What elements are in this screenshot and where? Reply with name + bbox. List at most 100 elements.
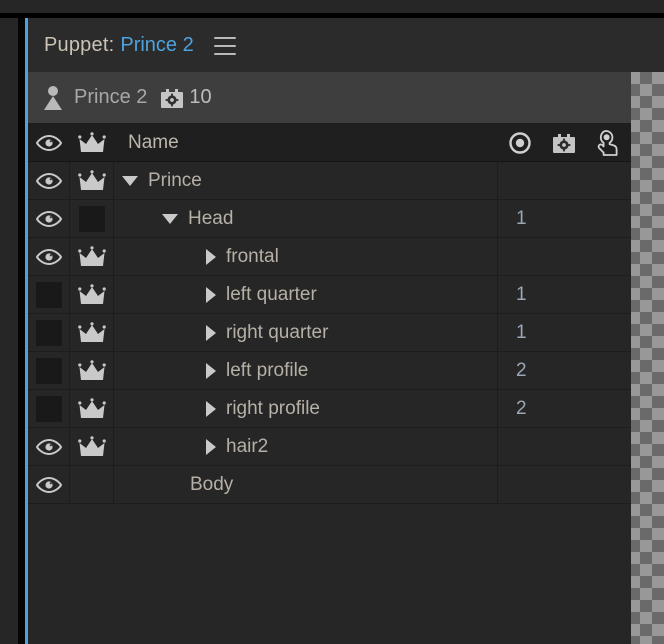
row-name-label: hair2 [226, 435, 269, 457]
row-crown-toggle[interactable] [70, 162, 114, 199]
disclosure-triangle-right-icon[interactable] [206, 324, 216, 341]
row-name-cell[interactable]: frontal [114, 238, 498, 275]
column-header-origin[interactable] [498, 131, 542, 155]
row-visibility-toggle[interactable] [28, 352, 70, 389]
crown-empty [79, 472, 105, 498]
panel-title-label: Puppet: [44, 33, 115, 56]
row-name-cell[interactable]: Body [114, 466, 498, 503]
row-value-cell[interactable] [498, 238, 631, 275]
puppet-tree-table: Name Prince Head 1 frontal left quarter … [28, 124, 631, 644]
target-origin-icon [508, 131, 532, 155]
table-row[interactable]: Head 1 [28, 200, 631, 238]
crown-icon [77, 169, 106, 192]
table-row[interactable]: frontal [28, 238, 631, 276]
row-value-cell[interactable]: 2 [498, 390, 631, 427]
row-value-cell[interactable]: 1 [498, 276, 631, 313]
panel-title: Puppet: Prince 2 [28, 34, 194, 57]
visibility-off-square [35, 357, 62, 384]
row-visibility-toggle[interactable] [28, 466, 70, 503]
row-crown-toggle[interactable] [70, 276, 114, 313]
eye-icon [35, 172, 62, 190]
row-value-label: 2 [516, 359, 527, 381]
row-name-cell[interactable]: right quarter [114, 314, 498, 351]
disclosure-triangle-right-icon[interactable] [206, 362, 216, 379]
row-crown-toggle[interactable] [70, 314, 114, 351]
crown-icon [77, 283, 106, 306]
breadcrumb-puppet-name: Prince 2 [74, 86, 148, 108]
table-row[interactable]: left profile 2 [28, 352, 631, 390]
row-crown-toggle[interactable] [70, 390, 114, 427]
row-name-label: right profile [226, 397, 320, 419]
row-crown-toggle[interactable] [70, 200, 114, 237]
row-value-cell[interactable] [498, 466, 631, 503]
eye-icon [35, 476, 62, 494]
column-header-name-label: Name [128, 131, 179, 153]
row-value-label: 1 [516, 283, 527, 305]
crown-icon [77, 359, 106, 382]
breadcrumb-puppet[interactable]: Prince 2 [42, 84, 147, 112]
row-value-cell[interactable]: 2 [498, 352, 631, 389]
crown-icon [77, 397, 106, 420]
row-name-cell[interactable]: right profile [114, 390, 498, 427]
puppet-breadcrumb-bar: Prince 2 10 [28, 72, 631, 124]
row-visibility-toggle[interactable] [28, 162, 70, 199]
column-header-visibility[interactable] [28, 124, 70, 161]
panel-title-value[interactable]: Prince 2 [120, 34, 193, 57]
visibility-off-square [35, 281, 62, 308]
row-name-label: Head [188, 207, 234, 229]
row-visibility-toggle[interactable] [28, 238, 70, 275]
disclosure-triangle-down-icon[interactable] [162, 213, 178, 224]
row-name-cell[interactable]: left profile [114, 352, 498, 389]
disclosure-triangle-right-icon[interactable] [206, 438, 216, 455]
row-value-label: 2 [516, 397, 527, 419]
column-header-behaviors[interactable] [542, 132, 586, 154]
row-visibility-toggle[interactable] [28, 390, 70, 427]
hamburger-menu-icon[interactable] [213, 35, 236, 55]
breadcrumb-behaviors[interactable]: 10 [161, 86, 212, 109]
row-visibility-toggle[interactable] [28, 276, 70, 313]
eye-icon [35, 134, 62, 152]
crown-icon [77, 321, 106, 344]
row-name-label: Prince [148, 169, 202, 191]
row-crown-toggle[interactable] [70, 352, 114, 389]
breadcrumb-behavior-count: 10 [189, 86, 212, 108]
row-value-cell[interactable] [498, 428, 631, 465]
row-visibility-toggle[interactable] [28, 428, 70, 465]
row-value-cell[interactable]: 1 [498, 314, 631, 351]
visibility-off-square [35, 319, 62, 346]
table-row[interactable]: Prince [28, 162, 631, 200]
table-row[interactable]: right quarter 1 [28, 314, 631, 352]
eye-icon [35, 210, 62, 228]
column-header-crown[interactable] [70, 124, 114, 161]
table-row[interactable]: hair2 [28, 428, 631, 466]
row-name-label: right quarter [226, 321, 329, 343]
window-top-strip [0, 0, 664, 13]
row-crown-toggle[interactable] [70, 238, 114, 275]
row-value-cell[interactable]: 1 [498, 200, 631, 237]
behavior-gear-box-icon [553, 132, 575, 154]
row-name-cell[interactable]: hair2 [114, 428, 498, 465]
pointing-hand-icon [595, 129, 621, 157]
row-crown-toggle[interactable] [70, 428, 114, 465]
row-name-cell[interactable]: Head [114, 200, 498, 237]
table-row[interactable]: Body [28, 466, 631, 504]
row-name-cell[interactable]: left quarter [114, 276, 498, 313]
row-visibility-toggle[interactable] [28, 200, 70, 237]
crown-off-square [78, 205, 105, 232]
puppet-person-icon [42, 84, 64, 112]
disclosure-triangle-right-icon[interactable] [206, 286, 216, 303]
column-header-triggers[interactable] [586, 129, 630, 157]
puppet-panel: Puppet: Prince 2 Prince 2 10 Name Prince… [25, 18, 664, 644]
column-header-name[interactable]: Name [114, 124, 498, 161]
table-row[interactable]: left quarter 1 [28, 276, 631, 314]
row-value-cell[interactable] [498, 162, 631, 199]
disclosure-triangle-right-icon[interactable] [206, 248, 216, 265]
row-crown-toggle[interactable] [70, 466, 114, 503]
table-row[interactable]: right profile 2 [28, 390, 631, 428]
row-visibility-toggle[interactable] [28, 314, 70, 351]
disclosure-triangle-down-icon[interactable] [122, 175, 138, 186]
row-name-label: frontal [226, 245, 279, 267]
panel-title-bar: Puppet: Prince 2 [28, 18, 664, 72]
row-name-cell[interactable]: Prince [114, 162, 498, 199]
disclosure-triangle-right-icon[interactable] [206, 400, 216, 417]
